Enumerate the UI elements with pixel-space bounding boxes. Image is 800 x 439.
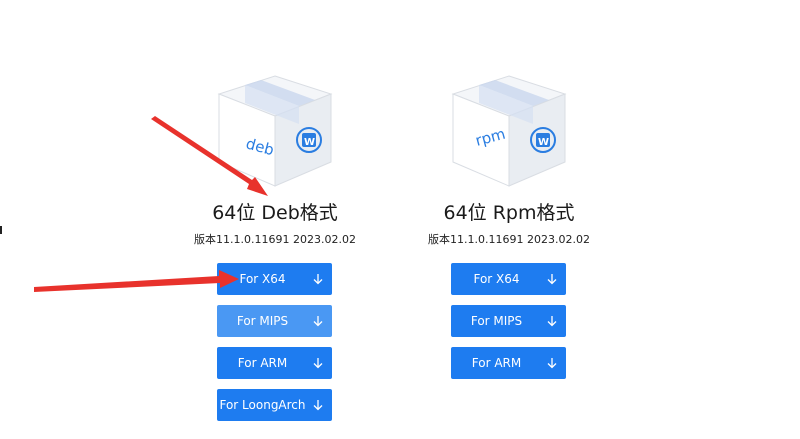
download-arrow-icon — [313, 400, 323, 411]
download-arrow-icon — [313, 274, 323, 285]
download-arrow-icon — [547, 358, 557, 369]
format-title: 64位 Deb格式 — [212, 202, 338, 224]
download-deb-loongarch-button[interactable]: For LoongArch — [217, 389, 332, 421]
download-page: deb W 64位 Deb格式 版本11.1.0.11691 2023.02.0… — [0, 0, 800, 439]
download-deb-mips-button[interactable]: For MIPS — [217, 305, 332, 337]
download-arrow-icon — [547, 316, 557, 327]
edge-fragment — [0, 226, 2, 234]
download-deb-arm-button[interactable]: For ARM — [217, 347, 332, 379]
download-arrow-icon — [547, 274, 557, 285]
version-info: 版本11.1.0.11691 2023.02.02 — [194, 233, 356, 246]
version-info: 版本11.1.0.11691 2023.02.02 — [428, 233, 590, 246]
button-label: For MIPS — [470, 314, 523, 328]
svg-text:W: W — [538, 137, 549, 148]
download-arrow-icon — [313, 316, 323, 327]
download-rpm-x64-button[interactable]: For X64 — [451, 263, 566, 295]
button-label: For MIPS — [236, 314, 289, 328]
format-title: 64位 Rpm格式 — [443, 202, 575, 224]
svg-text:W: W — [304, 137, 315, 148]
download-rpm-arm-button[interactable]: For ARM — [451, 347, 566, 379]
package-box-icon: deb W — [217, 75, 333, 187]
download-rpm-mips-button[interactable]: For MIPS — [451, 305, 566, 337]
button-label: For ARM — [237, 356, 288, 370]
package-deb: deb W 64位 Deb格式 版本11.1.0.11691 2023.02.0… — [175, 0, 375, 439]
button-label: For ARM — [471, 356, 522, 370]
download-deb-x64-button[interactable]: For X64 — [217, 263, 332, 295]
package-rpm: rpm W 64位 Rpm格式 版本11.1.0.11691 2023.02.0… — [409, 0, 609, 439]
package-box-icon: rpm W — [451, 75, 567, 187]
button-label: For LoongArch — [219, 398, 306, 412]
button-label: For X64 — [473, 272, 520, 286]
annotation-layer — [34, 116, 268, 292]
button-label: For X64 — [239, 272, 286, 286]
download-arrow-icon — [313, 358, 323, 369]
